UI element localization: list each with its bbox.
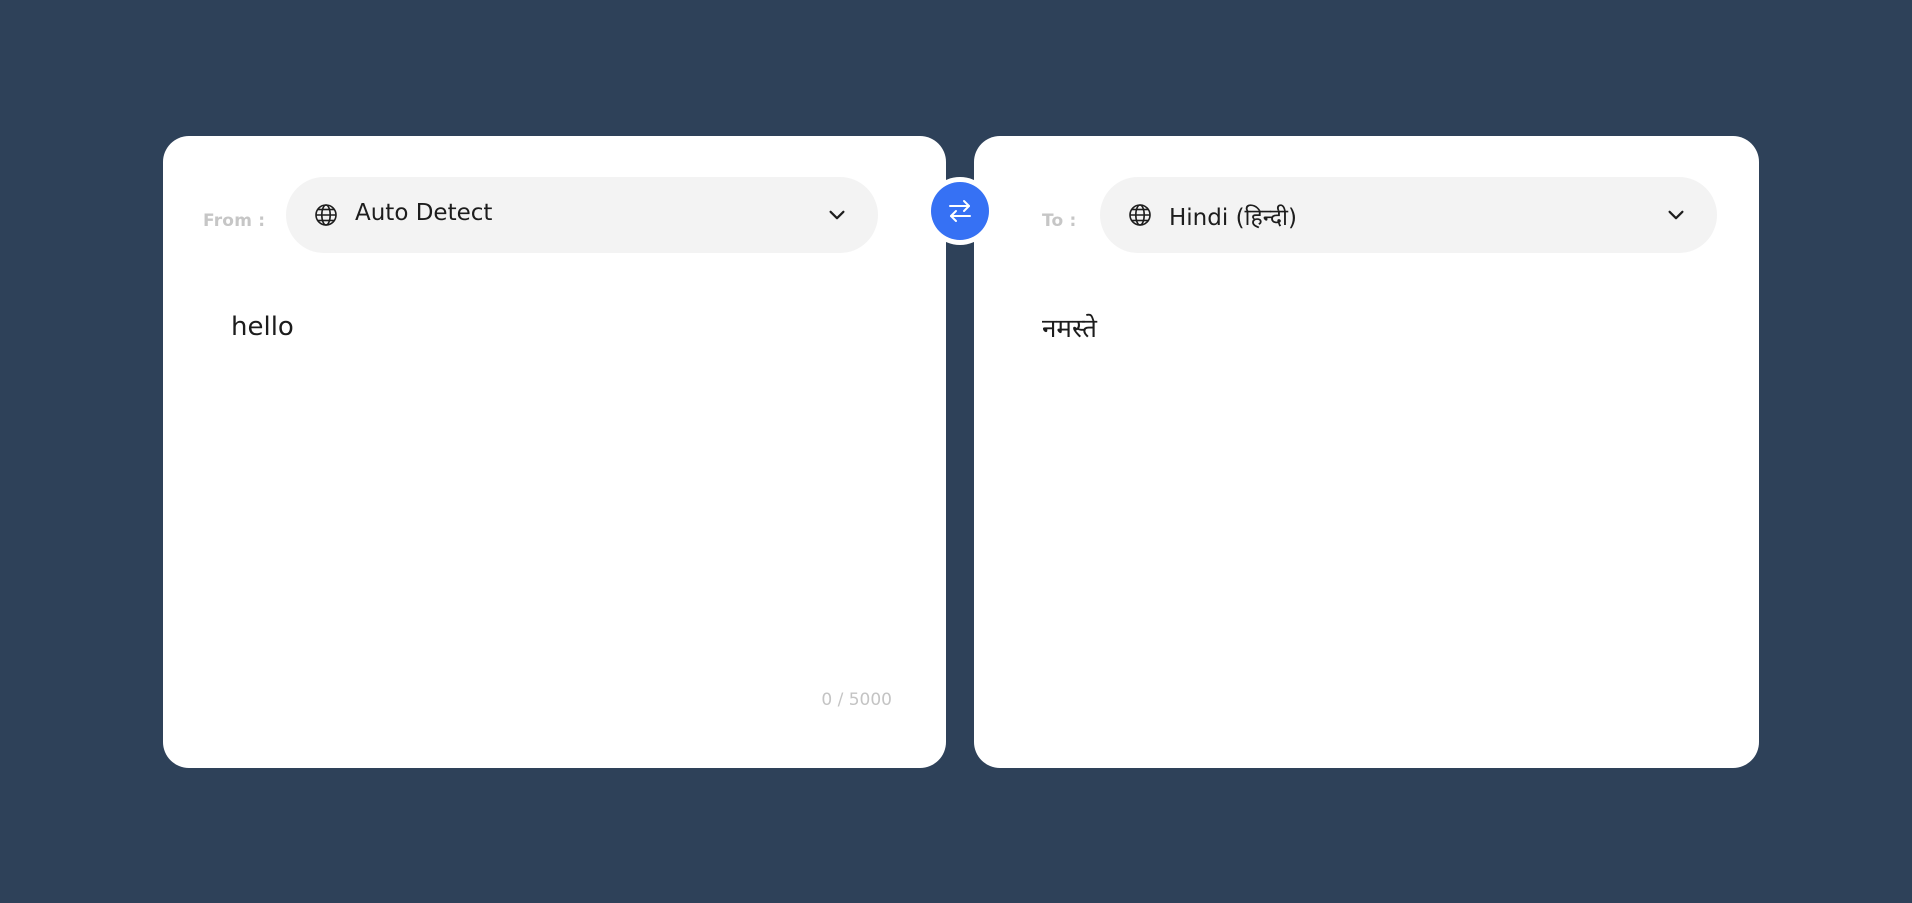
- source-text-input[interactable]: hello: [231, 312, 294, 342]
- target-panel: To : Hindi (हिन्दी) नमस्ते: [974, 136, 1759, 768]
- swap-button-circle: [931, 182, 989, 240]
- source-language-select[interactable]: Auto Detect: [286, 177, 878, 253]
- chevron-down-icon: [1668, 210, 1684, 220]
- source-label: From :: [203, 211, 266, 231]
- target-language-select[interactable]: Hindi (हिन्दी): [1100, 177, 1717, 253]
- translated-text-output: नमस्ते: [1042, 314, 1097, 344]
- translator-app: From : Auto Detect hello 0 / 5000 To : H…: [0, 0, 1912, 903]
- swap-languages-button[interactable]: [926, 177, 994, 245]
- source-language-name: Auto Detect: [355, 200, 493, 226]
- swap-arrows-icon: [949, 200, 971, 222]
- globe-icon: [315, 204, 337, 226]
- chevron-down-icon: [829, 210, 845, 220]
- source-panel: From : Auto Detect hello 0 / 5000: [163, 136, 946, 768]
- character-count: 0 / 5000: [821, 690, 892, 710]
- target-label: To :: [1042, 211, 1077, 231]
- globe-icon: [1129, 204, 1151, 226]
- target-language-name: Hindi (हिन्दी): [1169, 205, 1297, 231]
